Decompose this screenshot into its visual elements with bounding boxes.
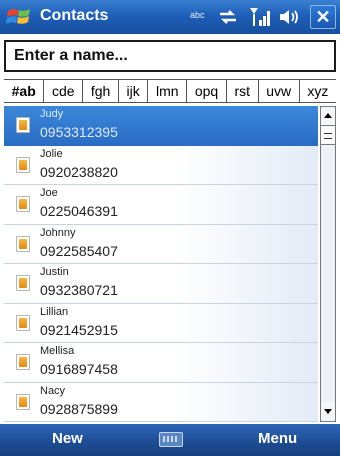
contact-phone: 0922585407 <box>40 242 118 259</box>
list-scrollbar[interactable] <box>320 106 336 422</box>
contact-phone: 0921452915 <box>40 321 118 338</box>
contact-name: Nacy <box>40 384 66 397</box>
contact-card-icon <box>16 117 30 133</box>
tab-opq[interactable]: opq <box>187 80 227 102</box>
contact-phone: 0916897458 <box>40 361 118 377</box>
contact-name: Judy <box>40 108 64 120</box>
contact-row[interactable]: Justin 0932380721 <box>4 264 318 304</box>
scroll-down-arrow-icon[interactable] <box>321 403 335 421</box>
contact-row[interactable]: Judy 0953312395 <box>4 106 318 146</box>
tab-cde[interactable]: cde <box>44 80 84 102</box>
title-bar: Contacts abc ✕ <box>0 0 340 34</box>
contact-name: Lillian <box>40 305 69 318</box>
tab-uvw[interactable]: uvw <box>259 80 300 102</box>
tab-rst[interactable]: rst <box>227 80 259 102</box>
keyboard-icon[interactable] <box>159 432 183 447</box>
tab-fgh[interactable]: fgh <box>83 80 119 102</box>
speaker-icon[interactable] <box>278 8 300 26</box>
contact-card-icon <box>16 235 30 252</box>
contact-phone: 0928875899 <box>40 400 118 417</box>
softkey-bar: New Menu <box>0 424 340 456</box>
contact-row[interactable]: Nacy 0928875899 <box>4 382 318 422</box>
contact-row[interactable]: Joe 0225046391 <box>4 185 318 225</box>
contact-phone: 0225046391 <box>40 203 118 219</box>
page-title: Contacts <box>40 7 109 24</box>
contact-card-icon <box>16 314 30 331</box>
menu-button[interactable]: Menu <box>258 430 297 447</box>
contact-phone: 0920238820 <box>40 163 118 180</box>
new-button[interactable]: New <box>52 430 83 447</box>
contact-name: Johnny <box>40 226 76 239</box>
contact-card-icon <box>16 354 30 370</box>
tab-ijk[interactable]: ijk <box>119 80 149 102</box>
tab-lmn[interactable]: lmn <box>148 80 188 102</box>
sync-icon[interactable] <box>218 8 238 26</box>
contact-row[interactable]: Johnny 0922585407 <box>4 224 318 264</box>
windows-start-icon[interactable] <box>6 5 32 29</box>
signal-icon[interactable] <box>248 6 272 28</box>
contact-name: Justin <box>40 266 69 278</box>
contact-list: Judy 0953312395 Jolie 0920238820 Joe 022… <box>4 106 318 422</box>
contact-card-icon <box>16 275 30 291</box>
contact-phone: 0932380721 <box>40 282 118 298</box>
tab-ab[interactable]: #ab <box>4 80 45 102</box>
contact-name: Jolie <box>40 147 63 160</box>
contact-row[interactable]: Lillian 0921452915 <box>4 303 318 343</box>
contact-card-icon <box>16 156 30 173</box>
contact-card-icon <box>16 196 30 212</box>
close-button[interactable]: ✕ <box>310 5 336 29</box>
scroll-thumb[interactable] <box>321 125 335 145</box>
scroll-up-arrow-icon[interactable] <box>321 107 335 125</box>
search-input[interactable]: Enter a name... <box>4 40 336 72</box>
contact-card-icon <box>16 393 30 410</box>
contact-name: Joe <box>40 187 58 199</box>
contact-name: Mellisa <box>40 345 75 357</box>
input-mode-indicator[interactable]: abc <box>190 10 205 20</box>
alphabet-tabs: #ab cde fgh ijk lmn opq rst uvw xyz <box>4 79 336 103</box>
contact-row[interactable]: Mellisa 0916897458 <box>4 343 318 383</box>
tab-xyz[interactable]: xyz <box>300 80 336 102</box>
contact-phone: 0953312395 <box>40 124 118 140</box>
contact-row[interactable]: Jolie 0920238820 <box>4 145 318 185</box>
